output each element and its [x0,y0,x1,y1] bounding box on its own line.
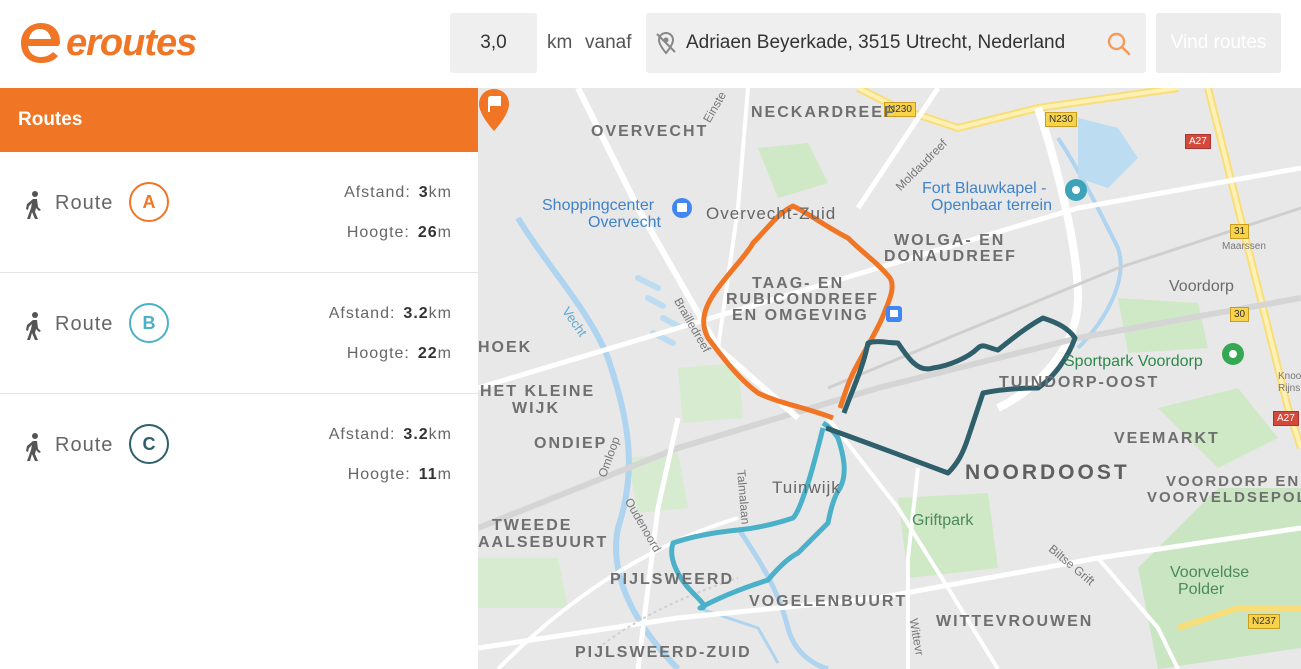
logo[interactable]: eroutes [18,22,197,64]
routes-sidebar: Routes Route A Afstand: 3km Hoogte: 26m Ro… [0,88,478,669]
route-height: Hoogte: 22m [347,345,452,363]
map-label: Voordorp [1169,278,1234,295]
height-unit: m [437,224,452,241]
map-label: VOGELENBUURT [749,593,908,610]
route-item-a[interactable]: Route A Afstand: 3km Hoogte: 26m [0,152,478,273]
distance-value: 3 [418,184,429,201]
map-view[interactable]: N230 N230 A27 A27 31 30 N237 OVERVECHT N… [478,88,1301,669]
map-label: VOORVELDSEPOLD [1147,489,1301,506]
route-item-c[interactable]: Route C Afstand: 3.2km Hoogte: 11m [0,394,478,514]
distance-label: Afstand: [328,305,396,322]
from-label: vanaf [585,32,632,53]
height-value: 22 [417,345,438,362]
distance-label: Afstand: [344,184,411,201]
route-label: Route [55,434,114,456]
route-label: Route [55,313,114,335]
map-label: WITTEVROUWEN [936,613,1094,630]
map-label: Griftpark [912,512,974,529]
street-label: Rijns [1278,383,1301,394]
route-label: Route [55,192,114,214]
location-off-icon[interactable] [654,31,678,55]
find-routes-button[interactable]: Vind routes [1156,13,1281,73]
distance-label: Afstand: [328,426,396,443]
route-badge-a: A [129,182,169,222]
address-input[interactable] [686,13,1096,73]
map-label: OVERVECHT [591,123,709,140]
route-distance: Afstand: 3.2km [329,426,452,444]
height-unit: m [437,466,452,483]
logo-icon [21,23,60,63]
map-label: Overvecht [588,214,661,231]
map-label: TUINDORP-OOST [999,374,1160,391]
distance-input[interactable] [450,13,537,73]
road-shield: 31 [1230,224,1250,239]
map-label: VEEMARKT [1114,430,1220,447]
height-value: 26 [417,224,438,241]
road-shield: N230 [1045,112,1077,127]
start-marker-icon[interactable] [478,88,510,132]
height-label: Hoogte: [346,345,410,362]
distance-unit-label: km [547,32,573,53]
map-label: Overvecht-Zuid [706,204,837,223]
route-badge-b: B [129,303,169,343]
route-badge-c: C [129,424,169,464]
map-label: Sportpark Voordorp [1064,353,1203,370]
map-label: Fort Blauwkapel - [922,180,1047,197]
map-label: AALSEBUURT [478,534,609,551]
map-label: Voorveldse [1170,564,1250,581]
road-shield: 30 [1230,307,1250,322]
height-label: Hoogte: [346,224,410,241]
distance-value: 3.2 [403,305,429,322]
distance-value: 3.2 [403,426,429,443]
route-distance: Afstand: 3km [344,184,452,202]
map-label: Openbaar terrein [931,197,1052,214]
map-label: ONDIEP [534,435,608,452]
walking-icon [26,433,41,461]
height-value: 11 [418,466,438,483]
distance-unit: km [428,305,452,322]
map-label: Shoppingcenter [542,197,655,214]
map-label: HOEK [478,339,533,356]
map-label: PIJLSWEERD [610,571,735,588]
street-label: Maarssen [1222,241,1266,252]
road-shield: N237 [1248,614,1280,629]
sidebar-title: Routes [0,88,478,152]
route-distance: Afstand: 3.2km [329,305,452,323]
map-label: EN OMGEVING [732,307,869,324]
map-label: NOORDOOST [965,461,1130,484]
map-label: Polder [1178,581,1225,598]
map-label: HET KLEINE [480,383,596,400]
map-label: Tuinwijk [772,478,841,497]
logo-text: eroutes [66,22,197,64]
search-icon[interactable] [1106,31,1132,57]
height-label: Hoogte: [347,466,411,483]
route-height: Hoogte: 11m [348,466,452,484]
address-field[interactable] [646,13,1146,73]
walking-icon [26,191,41,219]
map-label: NECKARDREEF [751,104,896,121]
map-label: PIJLSWEERD-ZUID [575,644,752,661]
road-shield: A27 [1185,134,1211,149]
map-label: WIJK [512,400,560,417]
top-bar: eroutes km vanaf Vind routes [0,0,1301,88]
route-height: Hoogte: 26m [347,224,452,242]
route-item-b[interactable]: Route B Afstand: 3.2km Hoogte: 22m [0,273,478,394]
map-label: TWEEDE [492,517,573,534]
road-shield: A27 [1273,411,1299,426]
height-unit: m [437,345,452,362]
distance-unit: km [428,426,452,443]
distance-unit: km [428,184,452,201]
walking-icon [26,312,41,340]
map-label: DONAUDREEF [884,248,1017,265]
